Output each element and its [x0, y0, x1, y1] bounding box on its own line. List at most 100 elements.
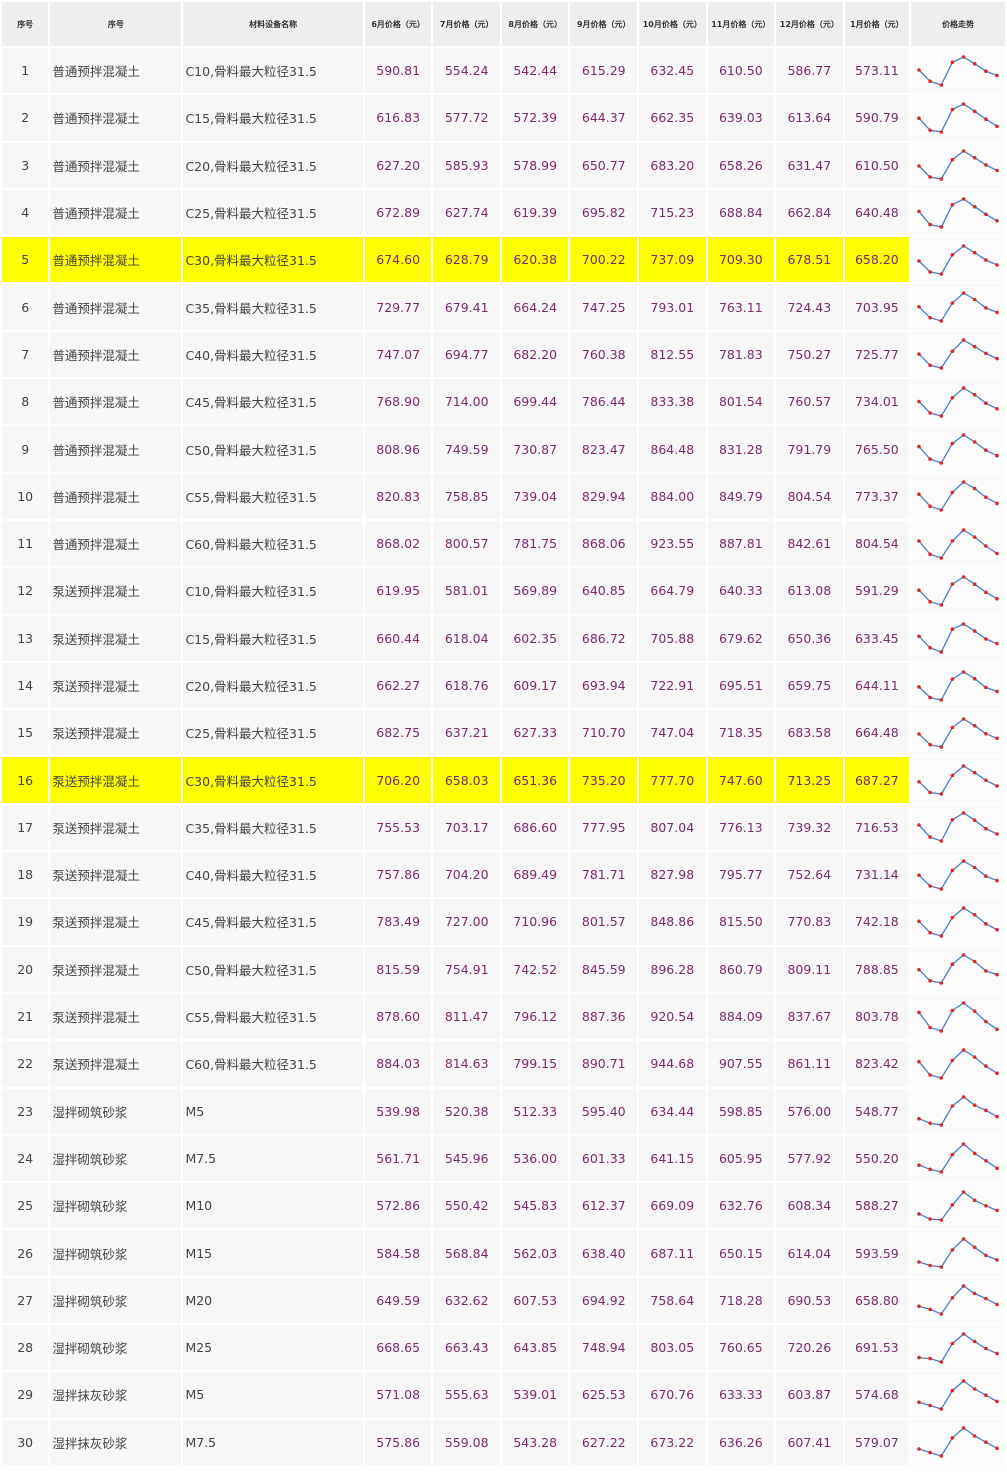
- table-row: 15 泵送预拌混凝土 C25,骨料最大粒径31.5 682.75 637.21 627.3…: [2, 710, 1005, 756]
- price-cell: 706.20: [364, 757, 432, 803]
- price-cell: 716.53: [844, 804, 910, 851]
- trend-point: [972, 818, 977, 823]
- price-cell: 803.78: [844, 993, 910, 1040]
- row-index: 20: [2, 946, 49, 992]
- trend-chart: [917, 338, 999, 371]
- trend-point: [928, 222, 932, 226]
- price-cell: 627.20: [364, 142, 432, 188]
- trend-point: [995, 1027, 999, 1031]
- price-cell: 713.25: [776, 757, 843, 803]
- material-spec: M25: [183, 1325, 363, 1371]
- price-cell: 804.54: [776, 473, 843, 519]
- trend-point: [995, 1351, 999, 1356]
- material-spec: C40,骨料最大粒径31.5: [183, 852, 363, 898]
- price-cell: 659.75: [776, 662, 843, 709]
- row-index: 3: [2, 142, 49, 188]
- price-cell: 618.76: [433, 662, 500, 709]
- trend-point: [917, 1447, 921, 1452]
- trend-point: [928, 410, 932, 415]
- trend-point: [984, 448, 988, 453]
- price-cell: 662.35: [639, 95, 706, 141]
- trend-point: [972, 1008, 977, 1013]
- price-cell: 651.36: [501, 757, 569, 803]
- price-cell: 757.86: [364, 852, 432, 898]
- trend-point: [995, 1166, 999, 1171]
- trend-chart: [917, 1142, 999, 1175]
- price-cell: 679.62: [707, 615, 775, 661]
- price-cell: 727.00: [433, 899, 500, 945]
- trend-point: [961, 1379, 966, 1383]
- trend-point: [995, 1208, 999, 1212]
- price-cell: 758.64: [639, 1277, 706, 1324]
- trend-point: [939, 366, 944, 371]
- price-cell: 884.09: [707, 993, 775, 1040]
- price-cell: 755.53: [364, 804, 432, 851]
- trend-point: [950, 1008, 955, 1012]
- material-name: 湿拌砌筑砂浆: [50, 1088, 182, 1134]
- trend-point: [972, 1245, 977, 1250]
- price-cell: 763.11: [707, 284, 775, 330]
- trend-point: [961, 1426, 966, 1431]
- trend-point: [939, 1028, 944, 1033]
- price-cell: 747.60: [707, 757, 775, 803]
- price-cell: 864.48: [639, 426, 706, 472]
- trend-point: [984, 1159, 988, 1164]
- trend-point: [984, 258, 988, 262]
- trend-point: [984, 969, 988, 973]
- trend-sparkline: [911, 946, 1005, 992]
- price-cell: 550.20: [844, 1135, 910, 1182]
- price-cell: 543.28: [501, 1419, 569, 1465]
- price-cell: 620.38: [501, 237, 569, 283]
- trend-point: [939, 981, 944, 986]
- price-cell: 588.27: [844, 1183, 910, 1229]
- trend-point: [961, 622, 966, 627]
- price-cell: 572.39: [501, 95, 569, 141]
- price-cell: 724.43: [776, 284, 843, 330]
- price-cell: 569.89: [501, 568, 569, 614]
- trend-point: [984, 685, 988, 689]
- price-cell: 831.28: [707, 426, 775, 472]
- trend-point: [972, 629, 977, 634]
- price-cell: 581.01: [433, 568, 500, 614]
- material-spec: C35,骨料最大粒径31.5: [183, 284, 363, 330]
- price-cell: 781.83: [707, 331, 775, 378]
- trend-point: [961, 1237, 966, 1241]
- price-cell: 616.83: [364, 95, 432, 141]
- price-cell: 632.62: [433, 1277, 500, 1324]
- material-name: 泵送预拌混凝土: [50, 993, 182, 1040]
- price-cell: 758.85: [433, 473, 500, 519]
- material-name: 普通预拌混凝土: [50, 379, 182, 425]
- price-cell: 890.71: [570, 1041, 638, 1087]
- trend-point: [995, 973, 999, 977]
- price-cell: 619.39: [501, 189, 569, 236]
- material-name: 普通预拌混凝土: [50, 520, 182, 567]
- trend-point: [939, 697, 944, 702]
- trend-point: [961, 906, 966, 910]
- trend-point: [984, 401, 988, 405]
- trend-sparkline: [911, 1088, 1005, 1134]
- trend-point: [939, 886, 944, 891]
- trend-chart: [917, 480, 999, 513]
- header-trend: 价格走势: [911, 2, 1005, 46]
- trend-point: [995, 1399, 999, 1404]
- price-cell: 658.20: [844, 237, 910, 283]
- trend-point: [961, 858, 966, 863]
- material-name: 普通预拌混凝土: [50, 284, 182, 330]
- price-cell: 807.04: [639, 804, 706, 851]
- price-cell: 627.22: [570, 1419, 638, 1465]
- header-material: 材料设备名称: [183, 2, 363, 46]
- price-cell: 577.92: [776, 1135, 843, 1182]
- trend-point: [972, 109, 977, 114]
- price-cell: 812.55: [639, 331, 706, 378]
- row-index: 30: [2, 1419, 49, 1465]
- table-row: 12 泵送预拌混凝土 C10,骨料最大粒径31.5 619.95 581.01 569.8…: [2, 568, 1005, 614]
- trend-point: [928, 504, 932, 509]
- trend-point: [928, 316, 932, 320]
- material-spec: C30,骨料最大粒径31.5: [183, 237, 363, 283]
- trend-point: [917, 164, 921, 169]
- trend-point: [928, 1025, 932, 1029]
- price-cell: 618.04: [433, 615, 500, 661]
- price-cell: 809.11: [776, 946, 843, 992]
- price-cell: 799.15: [501, 1041, 569, 1087]
- trend-point: [995, 262, 999, 267]
